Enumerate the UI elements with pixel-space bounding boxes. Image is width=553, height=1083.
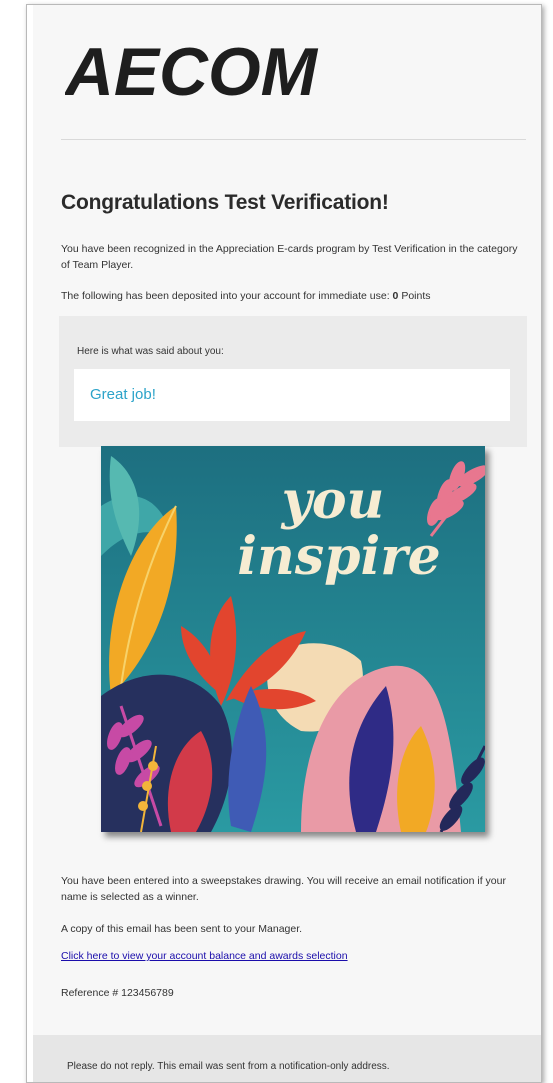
- sweepstakes-text: You have been entered into a sweepstakes…: [61, 875, 506, 903]
- footer-notice: Please do not reply. This email was sent…: [67, 1061, 390, 1072]
- email-body: AECOM Congratulations Test Verification!…: [33, 5, 541, 1082]
- email-window: AECOM Congratulations Test Verification!…: [26, 4, 542, 1083]
- account-balance-link[interactable]: Click here to view your account balance …: [61, 950, 348, 962]
- ecard-illustration: you inspire: [101, 446, 485, 832]
- comment-panel: Here is what was said about you: Great j…: [59, 316, 527, 447]
- reference-number: Reference # 123456789: [61, 987, 174, 999]
- comment-message-box: Great job!: [74, 369, 510, 421]
- comment-label: Here is what was said about you:: [77, 346, 224, 357]
- deposit-label: The following has been deposited into yo…: [61, 290, 390, 302]
- deposit-amount: 0: [392, 290, 399, 302]
- comment-message: Great job!: [90, 386, 156, 403]
- ecard-text-line1: you: [281, 470, 385, 531]
- header-divider: [61, 139, 526, 140]
- email-footer: Please do not reply. This email was sent…: [33, 1035, 541, 1082]
- aecom-logo: AECOM: [65, 37, 321, 103]
- ecard-image: you inspire: [101, 446, 485, 832]
- aecom-logo-text: AECOM: [65, 37, 318, 103]
- manager-copy-text: A copy of this email has been sent to yo…: [61, 923, 303, 935]
- deposit-unit: Points: [401, 290, 431, 302]
- ecard-text-line2: inspire: [237, 526, 440, 587]
- deposit-text: The following has been deposited into yo…: [61, 288, 523, 304]
- aecom-logo-mark: AECOM: [65, 37, 318, 103]
- recognition-text: You have been recognized in the Apprecia…: [61, 243, 518, 271]
- congratulations-heading: Congratulations Test Verification!: [61, 191, 389, 214]
